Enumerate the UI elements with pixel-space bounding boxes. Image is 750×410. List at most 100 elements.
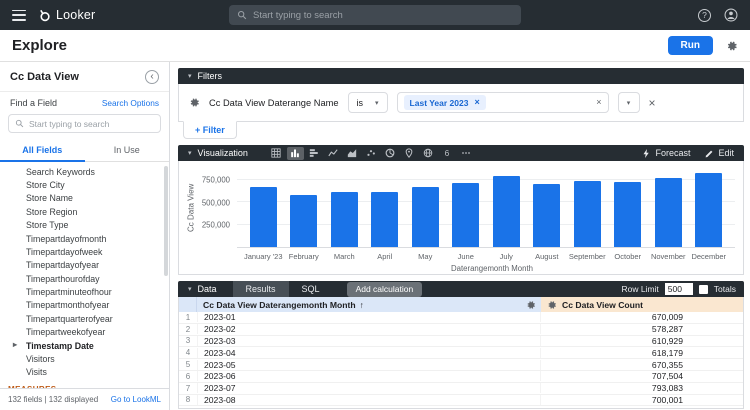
expand-icon[interactable]: ▸ bbox=[13, 340, 17, 349]
run-button[interactable]: Run bbox=[667, 36, 713, 55]
cell-month[interactable]: 2023-03 bbox=[197, 335, 541, 346]
column-chart-icon[interactable] bbox=[286, 146, 304, 160]
cell-count[interactable]: 793,083 bbox=[541, 383, 743, 393]
tab-in-use[interactable]: In Use bbox=[85, 140, 170, 161]
cell-count[interactable]: 670,355 bbox=[541, 360, 743, 370]
cell-month[interactable]: 2023-05 bbox=[197, 359, 541, 370]
remove-filter-icon[interactable]: × bbox=[649, 96, 656, 110]
field-item-store-region[interactable]: Store Region bbox=[0, 205, 169, 218]
cell-month[interactable]: 2023-08 bbox=[197, 394, 541, 405]
filters-panel-header[interactable]: ▾ Filters bbox=[178, 68, 744, 84]
cell-count[interactable]: 700,001 bbox=[541, 395, 743, 405]
line-chart-icon[interactable] bbox=[325, 147, 342, 160]
field-item-visits[interactable]: Visits bbox=[0, 366, 169, 379]
chart-bar[interactable] bbox=[330, 192, 358, 247]
chart-bar[interactable] bbox=[452, 183, 480, 247]
chart-bar[interactable] bbox=[492, 175, 520, 247]
column-header-measure[interactable]: Cc Data View Count bbox=[541, 297, 743, 312]
filter-token[interactable]: Last Year 2023 × bbox=[403, 95, 486, 110]
field-item-store-city[interactable]: Store City bbox=[0, 178, 169, 191]
visualization-panel-header[interactable]: ▾ Visualization 6 Forecast Edit bbox=[178, 145, 744, 161]
tab-sql[interactable]: SQL bbox=[289, 281, 333, 297]
field-item-timepartmonthofyear[interactable]: Timepartmonthofyear bbox=[0, 299, 169, 312]
field-item-search-keywords[interactable]: Search Keywords bbox=[0, 165, 169, 178]
edit-button[interactable]: Edit bbox=[705, 148, 734, 158]
field-item-timestamp-date[interactable]: ▸ Timestamp Date bbox=[0, 339, 169, 352]
field-item-timepartweekofyear[interactable]: Timepartweekofyear bbox=[0, 326, 169, 339]
cell-count[interactable]: 578,287 bbox=[541, 324, 743, 334]
field-search-input[interactable] bbox=[29, 118, 154, 129]
menu-icon[interactable] bbox=[12, 9, 26, 21]
scrollbar-thumb[interactable] bbox=[164, 166, 168, 276]
totals-checkbox[interactable] bbox=[698, 284, 708, 294]
cell-month[interactable]: 2023-02 bbox=[197, 324, 541, 335]
sort-ascending-icon[interactable]: ↑ bbox=[360, 300, 364, 310]
globe-icon[interactable] bbox=[420, 147, 437, 160]
global-search-input[interactable] bbox=[253, 9, 513, 21]
chart-bar[interactable] bbox=[614, 181, 642, 247]
field-item-timepartdayofweek[interactable]: Timepartdayofweek bbox=[0, 245, 169, 258]
cell-month[interactable]: 2023-06 bbox=[197, 371, 541, 382]
bar-chart-icon[interactable] bbox=[306, 147, 323, 160]
chart-bar[interactable] bbox=[371, 191, 399, 247]
filter-operator-select[interactable]: is ▾ bbox=[347, 92, 388, 113]
forecast-button[interactable]: Forecast bbox=[642, 148, 690, 158]
chart-bar[interactable] bbox=[533, 184, 561, 247]
filter-gear-icon[interactable] bbox=[189, 97, 200, 108]
row-limit-input[interactable] bbox=[664, 283, 693, 295]
chart-bar[interactable] bbox=[654, 178, 682, 247]
field-item-timepartdayofmonth[interactable]: Timepartdayofmonth bbox=[0, 232, 169, 245]
tab-all-fields[interactable]: All Fields bbox=[0, 140, 85, 162]
field-item-store-name[interactable]: Store Name bbox=[0, 192, 169, 205]
scatter-chart-icon[interactable] bbox=[363, 147, 380, 160]
cell-count[interactable]: 610,929 bbox=[541, 336, 743, 346]
go-to-lookml-link[interactable]: Go to LookML bbox=[111, 395, 161, 404]
chevron-down-icon[interactable]: ▾ bbox=[188, 285, 192, 293]
cell-count[interactable]: 670,009 bbox=[541, 312, 743, 322]
search-options-link[interactable]: Search Options bbox=[102, 98, 159, 108]
cell-month[interactable]: 2023-01 bbox=[197, 312, 541, 323]
table-chart-icon[interactable] bbox=[268, 147, 285, 160]
cell-month[interactable]: 2023-07 bbox=[197, 383, 541, 394]
field-item-timepartquarterofyear[interactable]: Timepartquarterofyear bbox=[0, 312, 169, 325]
map-pin-icon[interactable] bbox=[401, 147, 418, 160]
chart-bar[interactable] bbox=[249, 186, 277, 247]
help-icon[interactable]: ? bbox=[698, 8, 711, 22]
area-chart-icon[interactable] bbox=[344, 147, 361, 160]
cell-month[interactable]: 2023-04 bbox=[197, 347, 541, 358]
chart-bar[interactable] bbox=[411, 186, 439, 247]
field-item-store-type[interactable]: Store Type bbox=[0, 219, 169, 232]
account-icon[interactable] bbox=[724, 8, 738, 22]
bar-slot bbox=[405, 168, 446, 247]
field-item-visitors[interactable]: Visitors bbox=[0, 352, 169, 365]
explore-settings-gear-icon[interactable] bbox=[726, 40, 738, 52]
chevron-down-icon[interactable]: ▾ bbox=[188, 149, 192, 157]
single-value-icon[interactable]: 6 bbox=[439, 147, 456, 160]
chart-bar[interactable] bbox=[695, 172, 723, 247]
filter-value-box[interactable]: Last Year 2023 × × bbox=[396, 92, 609, 113]
column-header-dimension[interactable]: Cc Data View Daterangemonth Month ↑ bbox=[197, 297, 541, 312]
chart-bar[interactable] bbox=[573, 181, 601, 247]
tab-results[interactable]: Results bbox=[232, 281, 289, 297]
chart-bar[interactable] bbox=[290, 195, 318, 247]
global-search[interactable] bbox=[229, 5, 521, 25]
add-filter-button[interactable]: + Filter bbox=[183, 121, 237, 139]
measure-gear-icon[interactable] bbox=[547, 300, 557, 310]
pie-chart-icon[interactable] bbox=[382, 147, 399, 160]
cell-count[interactable]: 707,504 bbox=[541, 371, 743, 381]
more-icon[interactable] bbox=[458, 147, 475, 160]
looker-logo[interactable]: Looker bbox=[38, 8, 95, 22]
chevron-down-icon[interactable]: ▾ bbox=[188, 72, 192, 80]
field-search[interactable] bbox=[8, 114, 161, 133]
filter-value-dropdown-icon[interactable]: ▾ bbox=[617, 92, 640, 113]
field-item-timeparthourofday[interactable]: Timeparthourofday bbox=[0, 272, 169, 285]
filter-token-label: Last Year 2023 bbox=[409, 97, 469, 108]
field-item-timepartminuteofhour[interactable]: Timepartminuteofhour bbox=[0, 285, 169, 298]
clear-value-icon[interactable]: × bbox=[596, 98, 601, 107]
add-calculation-button[interactable]: Add calculation bbox=[346, 281, 423, 297]
collapse-sidebar-icon[interactable]: ‹ bbox=[145, 70, 159, 84]
dimension-gear-icon[interactable] bbox=[526, 300, 536, 310]
cell-count[interactable]: 618,179 bbox=[541, 348, 743, 358]
field-item-timepartdayofyear[interactable]: Timepartdayofyear bbox=[0, 259, 169, 272]
remove-token-icon[interactable]: × bbox=[474, 98, 479, 107]
